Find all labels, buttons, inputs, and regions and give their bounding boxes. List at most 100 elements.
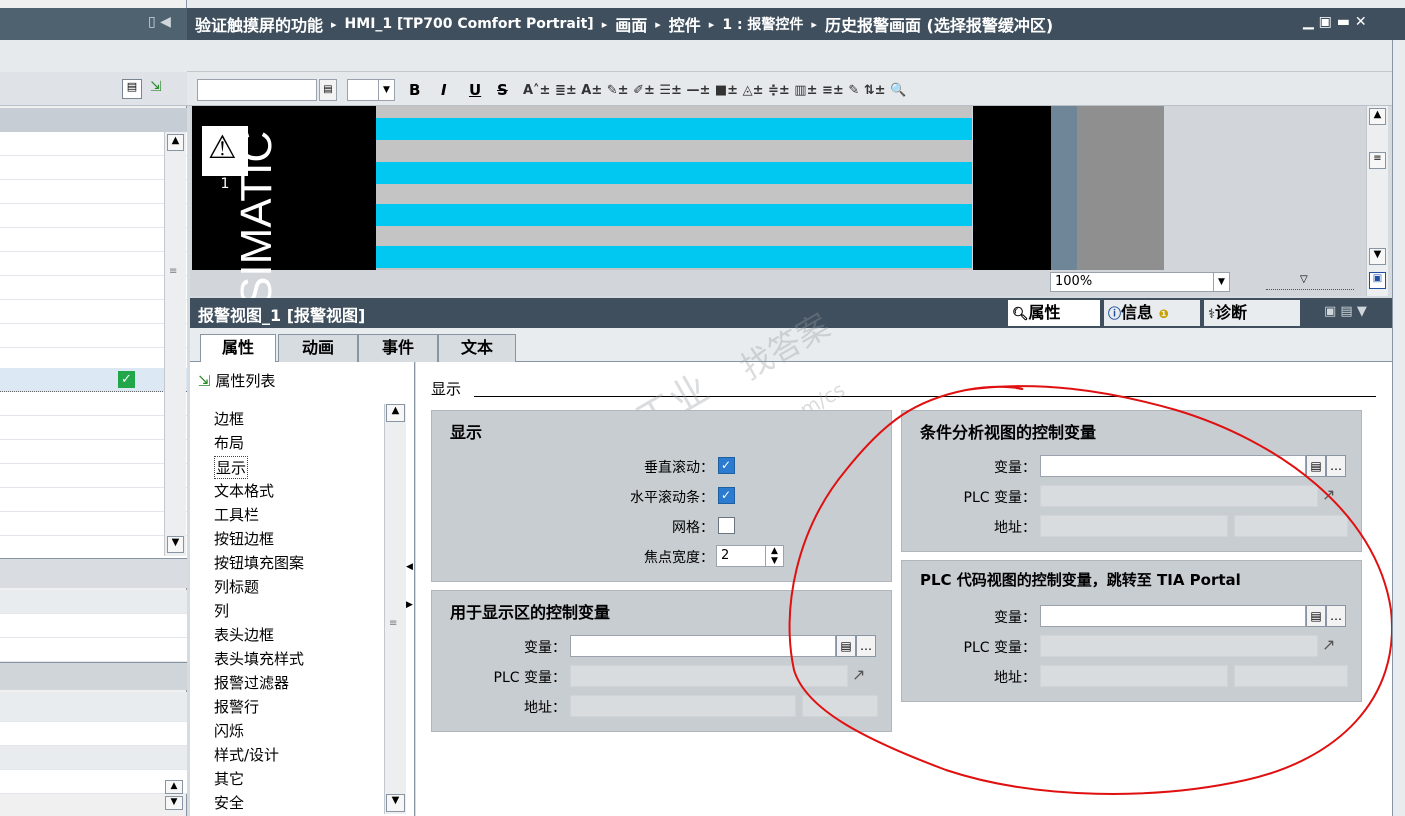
nav-item-header-border[interactable]: 表头边框	[214, 624, 274, 645]
da-addr-label: 地址：	[524, 700, 566, 716]
scroll-up-icon[interactable]: ▲	[165, 780, 183, 794]
font-size-select[interactable]: ▼	[347, 79, 395, 101]
list-view-icon[interactable]: ▤	[122, 79, 142, 99]
panel-controls-icon[interactable]: ▣ ▤ ▼	[1324, 304, 1367, 319]
property-list-header[interactable]: ⇲ 属性列表	[198, 370, 275, 391]
scroll-down-icon[interactable]: ▼	[165, 796, 183, 810]
right-edge-panel	[1392, 40, 1405, 816]
red-annotation-circle	[788, 385, 1393, 795]
focus-width-label: 焦点宽度：	[644, 550, 714, 566]
project-tree-pane: ▯ ◀ ▤ ⇲ ✓ ▲ ≡ ▼ ▲ ▼	[0, 0, 187, 816]
alarm-view-preview[interactable]	[376, 106, 972, 270]
fit-view-icon[interactable]: ▣	[1369, 272, 1386, 289]
font-list-icon[interactable]: ▤	[319, 79, 337, 101]
nav-item-layout[interactable]: 布局	[214, 432, 244, 453]
nav-item-text-format[interactable]: 文本格式	[214, 480, 274, 501]
property-nav-panel: ⇲ 属性列表 边框 布局 显示 文本格式 工具栏 按钮边框 按钮填充图案 列标题…	[190, 362, 415, 816]
zoom-select[interactable]: 100% ▼	[1050, 272, 1230, 292]
nav-item-style[interactable]: 样式/设计	[214, 744, 279, 765]
chevron-down-icon[interactable]: ▼	[378, 80, 394, 100]
tab-animations[interactable]: 动画	[278, 334, 358, 362]
export-icon[interactable]: ⇲	[150, 79, 162, 95]
inspector-object-title: 报警视图_1 [报警视图]	[198, 306, 366, 325]
tree-toolbar: ▤ ⇲	[0, 72, 187, 106]
section-title: 显示	[431, 380, 462, 398]
tab-events[interactable]: 事件	[358, 334, 438, 362]
scroll-up-icon[interactable]: ▲	[1369, 108, 1386, 125]
nav-item-misc[interactable]: 其它	[214, 768, 244, 789]
breadcrumb-screens[interactable]: 画面	[615, 12, 647, 36]
inspector-tab-diagnostics[interactable]: ⚕诊断	[1204, 300, 1300, 326]
display-area-group-title: 用于显示区的控制变量	[450, 603, 611, 622]
da-addr-field	[570, 695, 796, 717]
nav-item-header-fill[interactable]: 表头填充样式	[214, 648, 304, 669]
scroll-up-icon[interactable]: ▲	[386, 404, 405, 422]
tab-properties[interactable]: 属性	[200, 334, 276, 362]
canvas-scrollbar[interactable]: ▲ ≡ ▼ ▣	[1366, 106, 1388, 296]
check-icon: ✓	[721, 458, 732, 472]
scroll-down-icon[interactable]: ▼	[167, 536, 184, 553]
device-frame: ⚠ 1 SIMATIC	[192, 106, 376, 306]
tree-row-selected[interactable]: ✓	[0, 368, 187, 392]
nav-item-button-border[interactable]: 按钮边框	[214, 528, 274, 549]
tab-texts[interactable]: 文本	[438, 334, 516, 362]
window-controls-icon[interactable]: ▁ ▣ ▬ ✕	[1303, 14, 1367, 30]
nav-item-alarm-filter[interactable]: 报警过滤器	[214, 672, 289, 693]
properties-icon: 🔍︎	[1012, 307, 1029, 322]
grid-checkbox[interactable]	[718, 517, 735, 534]
scroll-down-icon[interactable]: ▼	[1369, 248, 1386, 265]
focus-width-stepper[interactable]: 2 ▲ ▼	[716, 545, 784, 567]
details-header	[0, 558, 187, 588]
slider-thumb-icon[interactable]: ▽	[1300, 274, 1308, 285]
bold-button[interactable]: B	[409, 80, 420, 100]
nav-item-alarm-lines[interactable]: 报警行	[214, 696, 259, 717]
nav-item-display[interactable]: 显示	[214, 456, 249, 479]
vscroll-checkbox[interactable]: ✓	[718, 457, 735, 474]
breadcrumb-controls[interactable]: 控件	[669, 12, 701, 36]
nav-item-toolbar[interactable]: 工具栏	[214, 504, 259, 525]
device-frame-right	[973, 106, 1051, 270]
scroll-grip-icon[interactable]: ≡	[389, 618, 397, 629]
top-strip	[0, 0, 1405, 8]
tree-subheader	[0, 40, 187, 72]
nav-item-columns[interactable]: 列	[214, 600, 229, 621]
screen-canvas: ⚠ 1 SIMATIC 100% ▼ ▽ ▲ ≡ ▼ ▣	[190, 106, 1388, 306]
info-badge-icon: ❶	[1158, 307, 1169, 321]
nav-item-border[interactable]: 边框	[214, 408, 244, 429]
overview-header	[0, 662, 187, 690]
nav-item-button-fill[interactable]: 按钮填充图案	[214, 552, 304, 573]
property-list-icon: ⇲	[198, 372, 211, 390]
nav-scrollbar[interactable]: ▲ ≡ ▼	[384, 404, 406, 814]
breadcrumb-device[interactable]: HMI_1 [TP700 Comfort Portrait]	[345, 16, 594, 32]
underline-button[interactable]: U	[469, 80, 481, 100]
format-tools-icon[interactable]: A˄± ≣± A± ✎± ✐± ☰± —± ■± ◬± ≑± ▥± ≡± ✎ ⇅…	[523, 80, 906, 100]
inspector-tab-info[interactable]: ⓘ信息 ❶	[1104, 300, 1200, 326]
property-content: 显示 西门子工业 support.industry.siemens.com/cs…	[416, 306, 1393, 816]
nav-item-flashing[interactable]: 闪烁	[214, 720, 244, 741]
scroll-grip-icon[interactable]: ≡	[169, 266, 177, 277]
zoom-slider[interactable]: ▽	[1266, 274, 1354, 290]
strikethrough-button[interactable]: S	[497, 80, 508, 100]
inspector-tab-properties[interactable]: 🔍︎属性	[1008, 300, 1100, 326]
scroll-grip-icon[interactable]: ≡	[1369, 152, 1386, 169]
breadcrumb-screen-name[interactable]: 历史报警画面 (选择报警缓冲区)	[825, 12, 1053, 36]
nav-item-column-header[interactable]: 列标题	[214, 576, 259, 597]
chevron-right-icon: ▸	[655, 17, 661, 31]
splitter-arrows-icon[interactable]: ◀ ▶	[406, 556, 414, 620]
tree-scrollbar[interactable]: ▲ ≡ ▼	[164, 132, 186, 556]
collapse-icon[interactable]: ▯ ◀	[148, 14, 171, 30]
chevron-down-icon[interactable]: ▼	[1213, 273, 1229, 291]
chevron-right-icon: ▸	[331, 17, 337, 31]
chevron-right-icon: ▸	[601, 17, 608, 31]
chevron-right-icon: ▸	[708, 17, 715, 31]
breadcrumb-alarm-control[interactable]: 1 : 报警控件	[722, 14, 803, 34]
overview-scroll[interactable]: ▲ ▼	[165, 778, 185, 814]
hscroll-checkbox[interactable]: ✓	[718, 487, 735, 504]
project-tree-header: ▯ ◀	[0, 8, 187, 40]
chevron-right-icon: ▸	[811, 17, 817, 31]
simatic-logo: SIMATIC	[232, 130, 281, 306]
scroll-down-icon[interactable]: ▼	[386, 794, 405, 812]
scroll-up-icon[interactable]: ▲	[167, 134, 184, 151]
italic-button[interactable]: I	[441, 80, 447, 100]
nav-item-security[interactable]: 安全	[214, 792, 244, 813]
